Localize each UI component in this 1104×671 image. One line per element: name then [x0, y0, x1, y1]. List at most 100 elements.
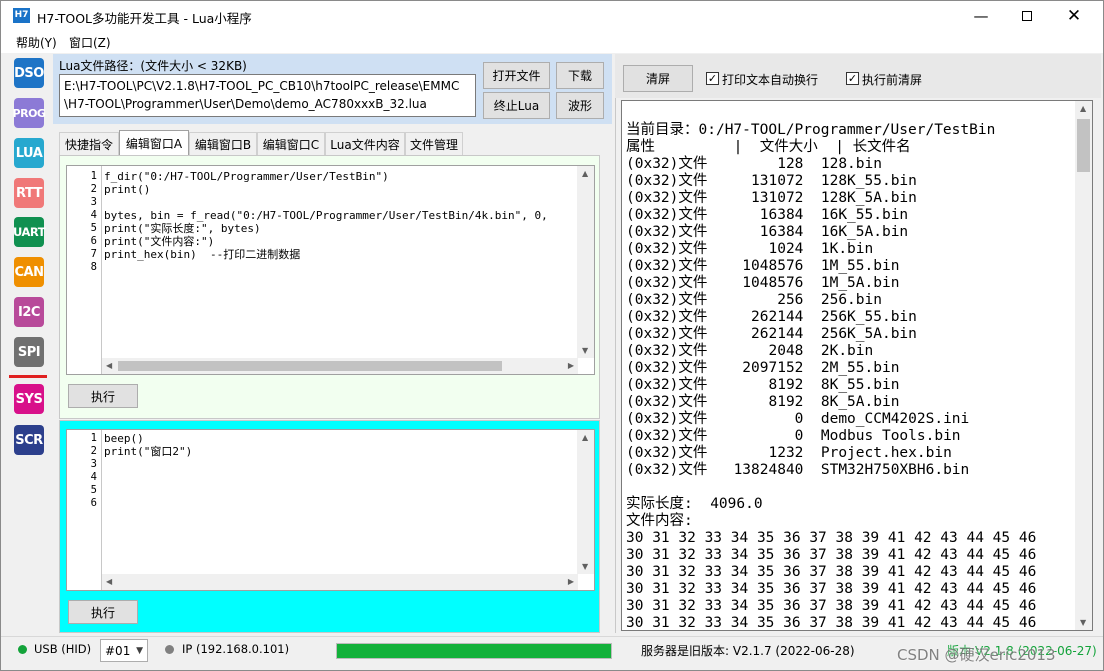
scroll-up-icon[interactable]: ▲: [1080, 104, 1086, 113]
console-line: 属性 | 文件大小 | 长文件名: [626, 139, 911, 155]
scroll-right-icon[interactable]: ▶: [568, 361, 574, 370]
scroll-up-icon[interactable]: ▲: [582, 433, 588, 442]
code-line: bytes, bin = f_read("0:/H7-TOOL/Programm…: [104, 209, 548, 222]
watermark: CSDN @硬汉eric2013: [897, 646, 1056, 664]
server-version-label: 服务器是旧版本: V2.1.7 (2022-06-28): [641, 644, 855, 658]
line-number: 1: [90, 170, 97, 182]
tab-quick-commands[interactable]: 快捷指令: [59, 132, 119, 155]
line-number: 6: [90, 497, 97, 509]
execute-a-button[interactable]: 执行: [68, 384, 138, 408]
rail-can-button[interactable]: CAN: [14, 257, 44, 287]
rail-spi-label: SPI: [17, 344, 41, 360]
auto-wrap-checkbox[interactable]: ✓: [706, 72, 719, 85]
device-select-value: #01: [105, 643, 131, 658]
editor-a[interactable]: 1 2 3 4 5 6 7 8 f_dir("0:/H7-TOOL/Progra…: [66, 165, 595, 375]
download-button[interactable]: 下载: [556, 62, 604, 89]
app-icon: H7: [13, 8, 30, 23]
editor-a-hscroll[interactable]: ◀ ▶: [102, 358, 578, 374]
console-line: (0x32)文件 1024 1K.bin: [626, 241, 874, 257]
console-line: (0x32)文件 0 Modbus Tools.bin: [626, 428, 961, 444]
rail-lua-button[interactable]: LUA: [14, 138, 44, 168]
tab-file-manager[interactable]: 文件管理: [405, 132, 463, 155]
rail-prog-button[interactable]: PROG: [13, 98, 46, 128]
line-number: 4: [90, 209, 97, 221]
progress-bar: [336, 643, 612, 659]
console-vscroll[interactable]: ▲ ▼: [1075, 101, 1092, 630]
waveform-button[interactable]: 波形: [556, 92, 604, 119]
scroll-up-icon[interactable]: ▲: [582, 169, 588, 178]
lua-path-field[interactable]: E:\H7-TOOL\PC\V2.1.8\H7-TOOL_PC_CB10\h7t…: [59, 74, 476, 117]
rail-scr-label: SCR: [15, 432, 43, 448]
line-number: 5: [90, 222, 97, 234]
scroll-down-icon[interactable]: ▼: [582, 562, 588, 571]
scroll-left-icon[interactable]: ◀: [106, 577, 112, 586]
editor-a-gutter: 1 2 3 4 5 6 7 8: [67, 166, 102, 374]
line-number: 1: [90, 432, 97, 444]
close-button[interactable]: ✕: [1051, 1, 1097, 31]
rail-lua-label: LUA: [15, 145, 43, 161]
editor-a-hscroll-thumb[interactable]: [118, 361, 502, 371]
menu-help[interactable]: 帮助(Y): [16, 34, 57, 51]
minimize-icon: —: [973, 7, 989, 25]
window-title: H7-TOOL多功能开发工具 - Lua小程序: [37, 11, 252, 26]
console-line: (0x32)文件 8192 8K_5A.bin: [626, 394, 900, 410]
code-line: print(): [104, 183, 151, 196]
tab-lua-file-content[interactable]: Lua文件内容: [325, 132, 405, 155]
editor-a-vscroll[interactable]: ▲ ▼: [577, 166, 594, 358]
open-file-button[interactable]: 打开文件: [483, 62, 550, 89]
editor-b[interactable]: 1 2 3 4 5 6 beep() print("窗口2") ▲ ▼ ◀ ▶: [66, 429, 595, 591]
console-line: (0x32)文件 1048576 1M_5A.bin: [626, 275, 900, 291]
line-number: 5: [90, 484, 97, 496]
clear-before-exec-checkbox[interactable]: ✓: [846, 72, 859, 85]
rail-dso-button[interactable]: DSO: [14, 58, 44, 88]
rail-sys-label: SYS: [15, 391, 43, 407]
console-scroll-thumb[interactable]: [1077, 119, 1090, 172]
rail-uart-button[interactable]: UART: [13, 217, 46, 247]
rail-can-label: CAN: [14, 264, 44, 280]
rail-rtt-label: RTT: [16, 185, 42, 201]
menu-window[interactable]: 窗口(Z): [69, 34, 111, 51]
chevron-down-icon: ▼: [136, 645, 143, 656]
editor-b-vscroll[interactable]: ▲ ▼: [577, 430, 594, 574]
console-line: (0x32)文件 262144 256K_55.bin: [626, 309, 917, 325]
clear-screen-button[interactable]: 清屏: [623, 65, 693, 92]
device-select[interactable]: #01 ▼: [100, 639, 148, 662]
console-line: (0x32)文件 256 256.bin: [626, 292, 882, 308]
rail-rtt-button[interactable]: RTT: [14, 178, 44, 208]
rail-dso-label: DSO: [14, 65, 44, 81]
scroll-down-icon[interactable]: ▼: [1080, 618, 1086, 627]
lua-path-label: Lua文件路径：(文件大小 < 32KB): [59, 59, 247, 73]
auto-wrap-label: 打印文本自动换行: [722, 73, 819, 87]
console-line: 30 31 32 33 34 35 36 37 38 39 41 42 43 4…: [626, 581, 1037, 597]
rail-i2c-button[interactable]: I2C: [14, 297, 44, 327]
lua-path-line-2: \H7-TOOL\Programmer\User\Demo\demo_AC780…: [64, 97, 427, 111]
tab-editor-b[interactable]: 编辑窗口B: [189, 132, 257, 155]
code-line: print("文件内容:"): [104, 235, 215, 248]
console-line: 30 31 32 33 34 35 36 37 38 39 41 42 43 4…: [626, 530, 1037, 546]
rail-scr-button[interactable]: SCR: [14, 425, 44, 455]
stop-lua-button[interactable]: 终止Lua: [483, 92, 550, 119]
console-line: (0x32)文件 16384 16K_55.bin: [626, 207, 909, 223]
minimize-button[interactable]: —: [958, 1, 1004, 31]
tab-editor-a[interactable]: 编辑窗口A: [119, 130, 189, 155]
execute-b-button[interactable]: 执行: [68, 600, 138, 624]
console-line: 实际长度: 4096.0: [626, 496, 763, 512]
maximize-button[interactable]: [1004, 1, 1050, 31]
editor-b-hscroll[interactable]: ◀ ▶: [102, 574, 578, 590]
tab-editor-c[interactable]: 编辑窗口C: [257, 132, 325, 155]
progress-bar-fill: [337, 644, 611, 658]
console-output[interactable]: 当前目录：0:/H7-TOOL/Programmer/User/TestBin 属…: [621, 100, 1093, 631]
rail-sys-button[interactable]: SYS: [14, 384, 44, 414]
clear-before-exec-label: 执行前清屏: [862, 73, 923, 87]
usb-status-icon: [18, 645, 27, 654]
scroll-down-icon[interactable]: ▼: [582, 346, 588, 355]
scroll-left-icon[interactable]: ◀: [106, 361, 112, 370]
rail-i2c-label: I2C: [18, 304, 40, 320]
console-line: 30 31 32 33 34 35 36 37 38 39 41 42 43 4…: [626, 564, 1037, 580]
rail-spi-button[interactable]: SPI: [14, 337, 44, 367]
line-number: 6: [90, 235, 97, 247]
editor-b-gutter: 1 2 3 4 5 6: [67, 430, 102, 590]
console-line: 30 31 32 33 34 35 36 37 38 39 41 42 43 4…: [626, 598, 1037, 614]
line-number: 7: [90, 248, 97, 260]
scroll-right-icon[interactable]: ▶: [568, 577, 574, 586]
